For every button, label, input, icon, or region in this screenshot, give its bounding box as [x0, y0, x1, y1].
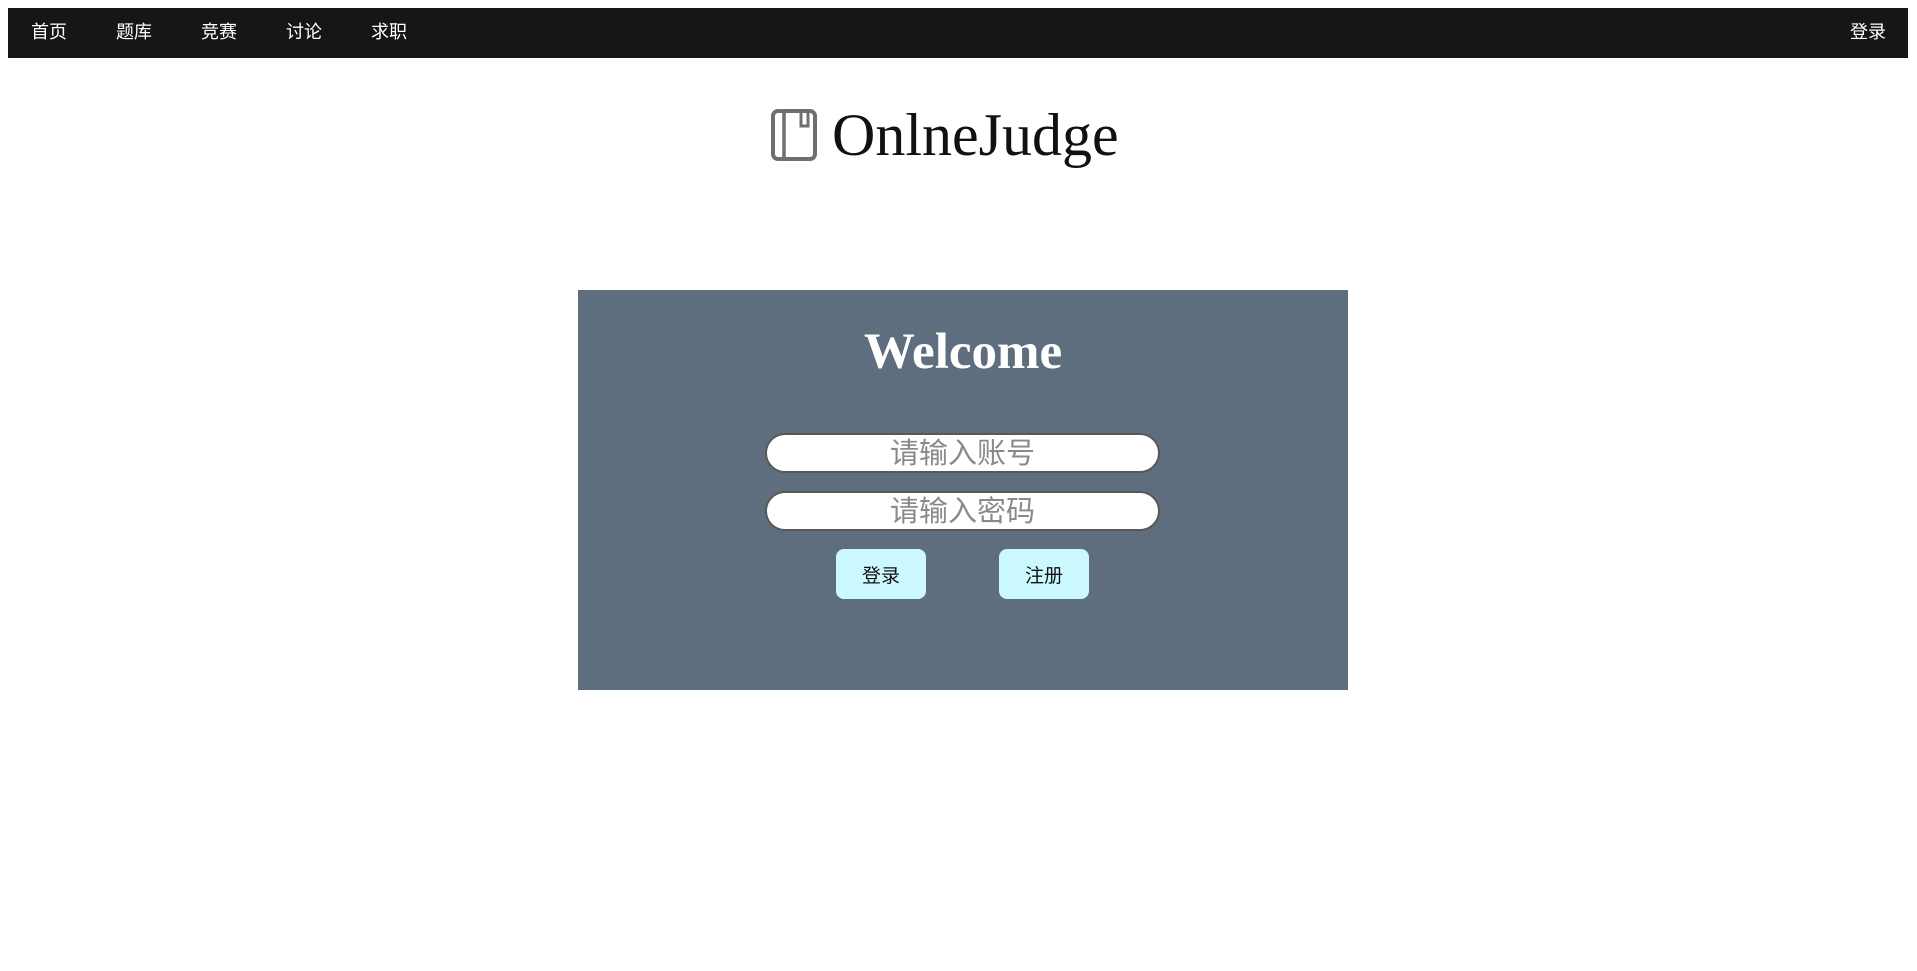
book-icon [770, 108, 820, 162]
nav-item-jobs[interactable]: 求职 [371, 8, 407, 58]
nav-menu: 首页 题库 竞赛 讨论 求职 [8, 8, 456, 58]
site-title: OnlneJudge [832, 102, 1119, 168]
top-navbar: 首页 题库 竞赛 讨论 求职 登录 [8, 8, 1908, 58]
account-input[interactable] [765, 433, 1160, 473]
nav-item-problems[interactable]: 题库 [116, 8, 152, 58]
password-input[interactable] [765, 491, 1160, 531]
welcome-heading: Welcome [863, 324, 1063, 380]
register-button[interactable]: 注册 [999, 549, 1089, 599]
nav-item-discuss[interactable]: 讨论 [286, 8, 322, 58]
site-brand: OnlneJudge [770, 100, 1119, 170]
login-button[interactable]: 登录 [836, 549, 926, 599]
nav-item-contests[interactable]: 竞赛 [201, 8, 237, 58]
nav-item-home[interactable]: 首页 [31, 8, 67, 58]
login-panel: Welcome 登录 注册 [578, 290, 1348, 690]
nav-login-link[interactable]: 登录 [1850, 8, 1908, 58]
